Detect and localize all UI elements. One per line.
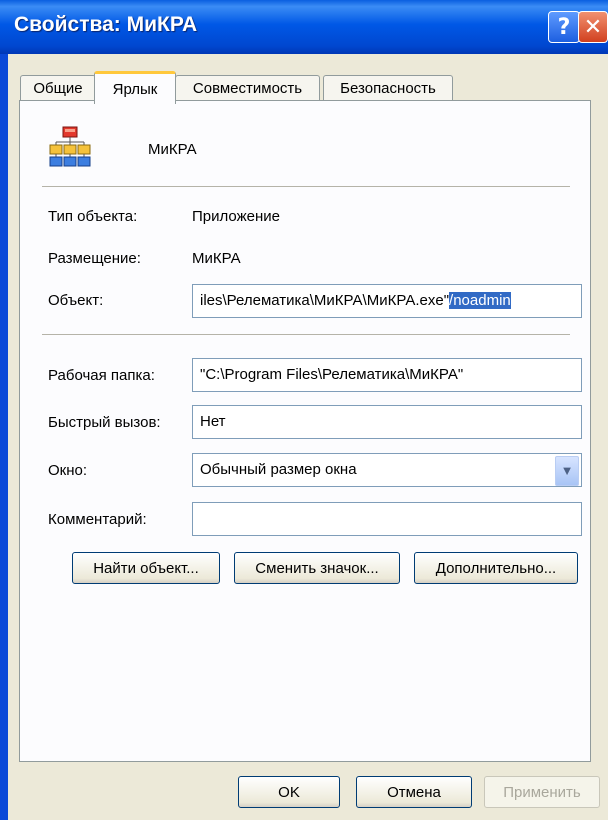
comment-field[interactable] [192,502,582,536]
chevron-down-icon[interactable]: ▼ [555,456,579,486]
workdir-label: Рабочая папка: [48,367,155,384]
window-size-value: Обычный размер окна [200,461,357,478]
location-label: Размещение: [48,250,141,267]
window-title: Свойства: МиКРА [14,13,198,36]
tab-shortcut[interactable]: Ярлык [94,71,176,104]
window-size-select[interactable]: Обычный размер окна ▼ [192,453,582,487]
window-frame [0,54,8,820]
workdir-field[interactable]: "C:\Program Files\Релематика\МиКРА" [192,358,582,392]
title-bar[interactable]: Свойства: МиКРА ? ✕ [0,0,608,54]
ok-button[interactable]: OK [238,776,340,808]
help-button[interactable]: ? [548,11,580,43]
apply-button[interactable]: Применить [484,776,600,808]
cancel-button[interactable]: Отмена [356,776,472,808]
target-field[interactable]: iles\Релематика\МиКРА\МиКРА.exe"/noadmin [192,284,582,318]
org-chart-icon [49,126,91,167]
tab-general[interactable]: Общие [20,75,96,101]
close-button[interactable]: ✕ [578,11,608,43]
find-target-button[interactable]: Найти объект... [72,552,220,584]
target-selected-text: /noadmin [449,292,511,309]
comment-label: Комментарий: [48,511,147,528]
target-label: Объект: [48,292,104,309]
type-label: Тип объекта: [48,208,138,225]
shortcut-panel: МиКРА Тип объекта: Приложение Размещение… [19,100,591,762]
close-icon: ✕ [583,14,603,40]
app-name: МиКРА [148,141,197,158]
divider [42,334,570,335]
window-label: Окно: [48,462,88,479]
tab-compatibility[interactable]: Совместимость [175,75,320,101]
tab-security[interactable]: Безопасность [323,75,453,101]
hotkey-label: Быстрый вызов: [48,414,161,431]
advanced-button[interactable]: Дополнительно... [414,552,578,584]
divider [42,186,570,187]
type-value: Приложение [192,208,280,225]
help-icon: ? [557,14,571,40]
properties-window: Свойства: МиКРА ? ✕ Общие Ярлык Совмести… [0,0,608,820]
location-value: МиКРА [192,250,241,267]
target-value: iles\Релематика\МиКРА\МиКРА.exe" [200,292,450,309]
hotkey-field[interactable]: Нет [192,405,582,439]
change-icon-button[interactable]: Сменить значок... [234,552,400,584]
